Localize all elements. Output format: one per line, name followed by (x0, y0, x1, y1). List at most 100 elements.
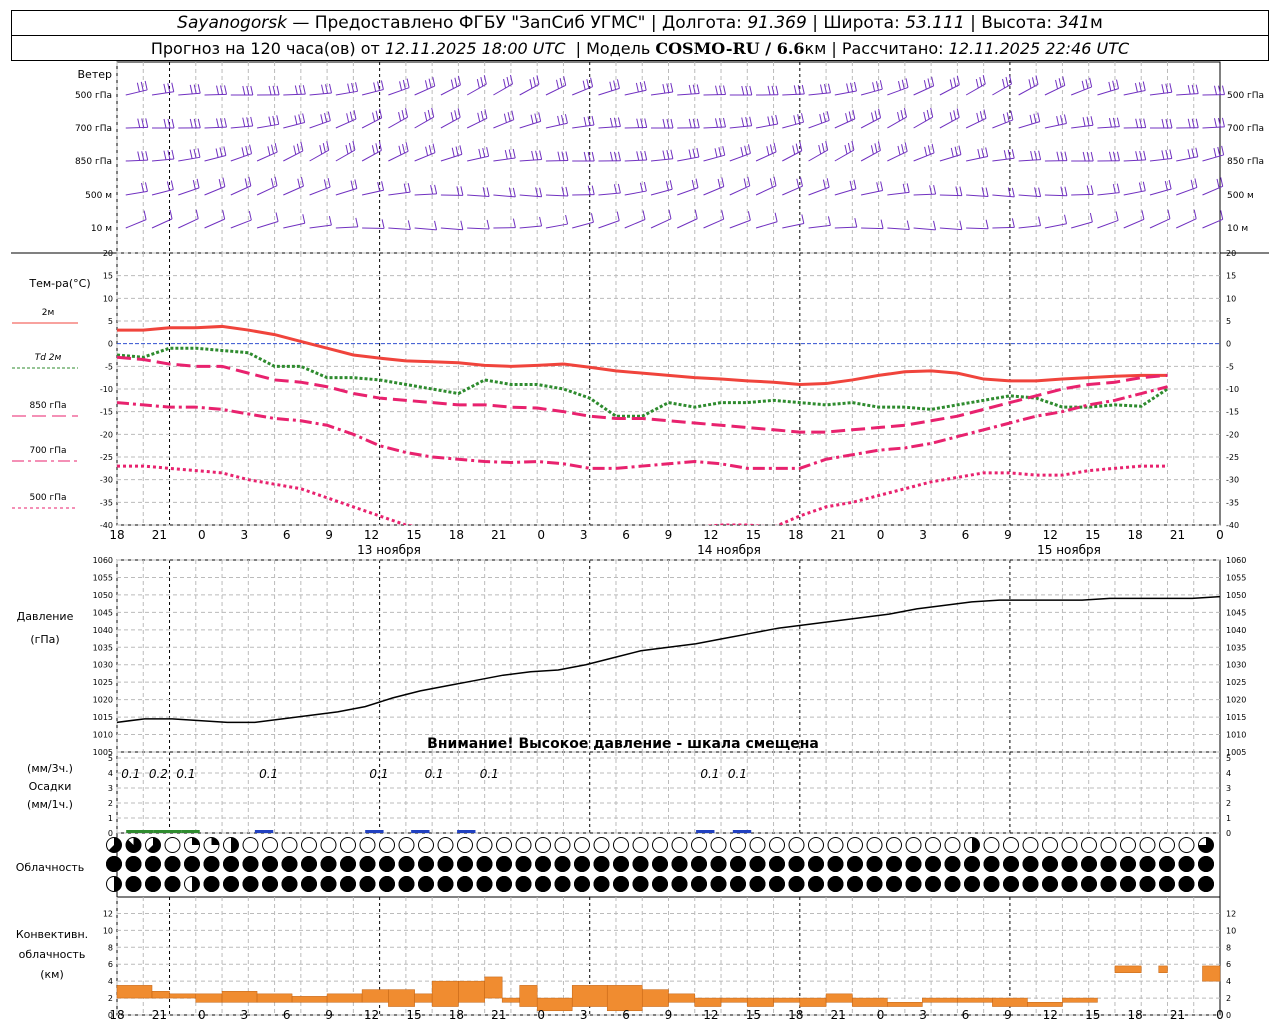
wind-barb (624, 159, 647, 162)
cloud-symbol (827, 856, 844, 872)
cloud-fill (574, 876, 590, 892)
wind-barb-feather (1055, 79, 1059, 90)
pressure-tick-label: 1035 (1226, 643, 1246, 652)
wind-barb-feather (898, 81, 901, 91)
wind-barb-feather (531, 150, 535, 161)
wind-barb-feather (320, 114, 324, 124)
wind-barb-feather (245, 145, 249, 156)
hour-tick-label: 15 (746, 1008, 761, 1022)
hour-tick-label: 9 (325, 1008, 333, 1022)
hour-tick-label: 12 (1043, 528, 1058, 542)
wind-barb-feather (1195, 118, 1199, 128)
cloud-circle (983, 837, 1000, 853)
wind-barb-feather (432, 143, 436, 153)
conv-tick-label: 4 (108, 977, 113, 986)
wind-barb (362, 189, 384, 196)
wind-barb (729, 152, 751, 162)
precip-unit-1h: (мм/1ч.) (27, 798, 73, 811)
cloud-fill (223, 876, 239, 892)
wind-barb (467, 227, 490, 230)
wind-barb (151, 158, 174, 162)
cloud-symbol (1198, 856, 1214, 872)
wind-barb-feather (714, 148, 718, 158)
wind-barb-feather (192, 180, 196, 190)
wind-label: Ветер (78, 68, 112, 81)
cloud-symbol (886, 837, 902, 853)
temp-tick-label: -5 (105, 362, 113, 371)
wind-barb (966, 194, 989, 198)
cloud-symbol (437, 837, 454, 853)
wind-barb-feather (979, 111, 983, 121)
cloud-fill (710, 856, 727, 872)
wind-barb-feather (715, 85, 719, 95)
cloud-symbol (1100, 876, 1117, 892)
wind-barb (729, 185, 750, 196)
cloud-symbol (359, 876, 376, 892)
cloud-symbol (710, 876, 727, 892)
precip-amount-label: 0.1 (369, 767, 388, 781)
wind-barb-feather (1161, 150, 1165, 160)
wind-barb-feather (923, 111, 927, 122)
cloud-symbol (535, 837, 551, 853)
pressure-tick-label: 1010 (1226, 731, 1246, 740)
day-label: 15 ноября (1037, 543, 1101, 557)
precip-amount-label: 0.1 (728, 767, 747, 781)
wind-barb-feather (322, 143, 326, 153)
wind-barb-feather (827, 216, 831, 226)
wind-barb-feather (819, 84, 823, 94)
cloud-circle (554, 837, 571, 853)
wind-barb-feather (953, 77, 957, 87)
temp-tick-label: -25 (100, 453, 113, 462)
wind-barb-feather (609, 117, 613, 128)
wind-barb-feather (405, 142, 409, 152)
cloud-symbol (847, 837, 863, 853)
cloud-fill (1178, 876, 1195, 892)
wind-barb-feather (1108, 81, 1112, 92)
cloud-symbol (964, 856, 980, 872)
pressure-tick-label: 1030 (1226, 661, 1246, 670)
conv-bar (1202, 965, 1221, 982)
wind-barb-feather (144, 80, 148, 91)
cloud-circle (769, 837, 785, 853)
wind-barb-feather (821, 142, 825, 153)
wind-barb-feather (1194, 178, 1198, 188)
wind-barb-feather (1011, 149, 1015, 159)
temp-tick-label: -35 (100, 498, 113, 507)
cloud-fill (613, 876, 629, 892)
wind-barb-feather (879, 80, 883, 90)
wind-barb (860, 150, 881, 162)
cloud-circle (1120, 837, 1136, 853)
cloud-symbol (1159, 837, 1175, 853)
wind-barb-feather (428, 145, 432, 155)
wind-barb (887, 116, 907, 129)
wind-barb-feather (854, 218, 858, 228)
temp-tick-label: -35 (1226, 498, 1239, 507)
wind-barb-feather (590, 213, 594, 223)
wind-barb-feather (270, 178, 274, 188)
wind-barb-feather (670, 82, 674, 93)
cloud-fill (574, 856, 590, 872)
wind-barb-feather (564, 114, 568, 124)
cloud-symbol (515, 837, 532, 853)
wind-barb (151, 91, 174, 96)
wind-barb-feather (1134, 83, 1138, 93)
pressure-tick-label: 1020 (93, 696, 113, 705)
day-label: 14 ноября (697, 543, 761, 557)
wind-barb-feather (1005, 76, 1009, 87)
wind-barb-feather (1167, 209, 1171, 219)
cloud-fill (203, 856, 220, 872)
wind-barb-feather (1187, 118, 1191, 128)
hour-tick-label: 21 (491, 1008, 506, 1022)
wind-barb-feather (1006, 112, 1010, 122)
cloud-fill (301, 856, 317, 872)
wind-barb-feather (617, 151, 621, 161)
wind-barb-feather (512, 187, 516, 198)
wind-barb-feather (274, 142, 278, 153)
cloud-symbol (301, 876, 317, 892)
cloud-symbol (379, 856, 395, 872)
cloud-fill (262, 876, 278, 892)
wind-barb-feather (583, 116, 587, 127)
cloud-symbol (769, 856, 785, 872)
wind-barb (834, 226, 857, 229)
wind-barb-feather (460, 186, 464, 196)
